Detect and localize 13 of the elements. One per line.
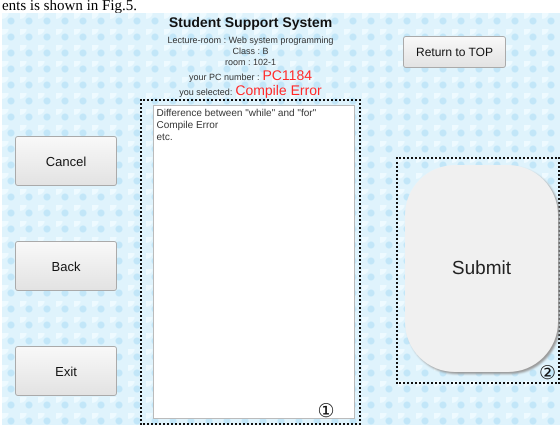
side-button[interactable]: Cancel xyxy=(15,136,117,186)
page-title: Student Support System xyxy=(168,14,332,30)
info-label: you selected: xyxy=(179,87,232,98)
info-label: Class : B xyxy=(232,46,268,57)
info-label: your PC number : xyxy=(188,72,260,83)
side-button[interactable]: Exit xyxy=(15,346,117,396)
info-value: Compile Error xyxy=(235,83,322,98)
side-button[interactable]: Back xyxy=(15,241,117,291)
annotation-marker: ① xyxy=(318,399,334,422)
info-value: PC1184 xyxy=(262,68,312,83)
info-label: room : 102-1 xyxy=(224,57,276,68)
info-label: Lecture-room : Web system programming xyxy=(168,35,334,46)
return-button[interactable]: Return to TOP xyxy=(403,36,506,68)
